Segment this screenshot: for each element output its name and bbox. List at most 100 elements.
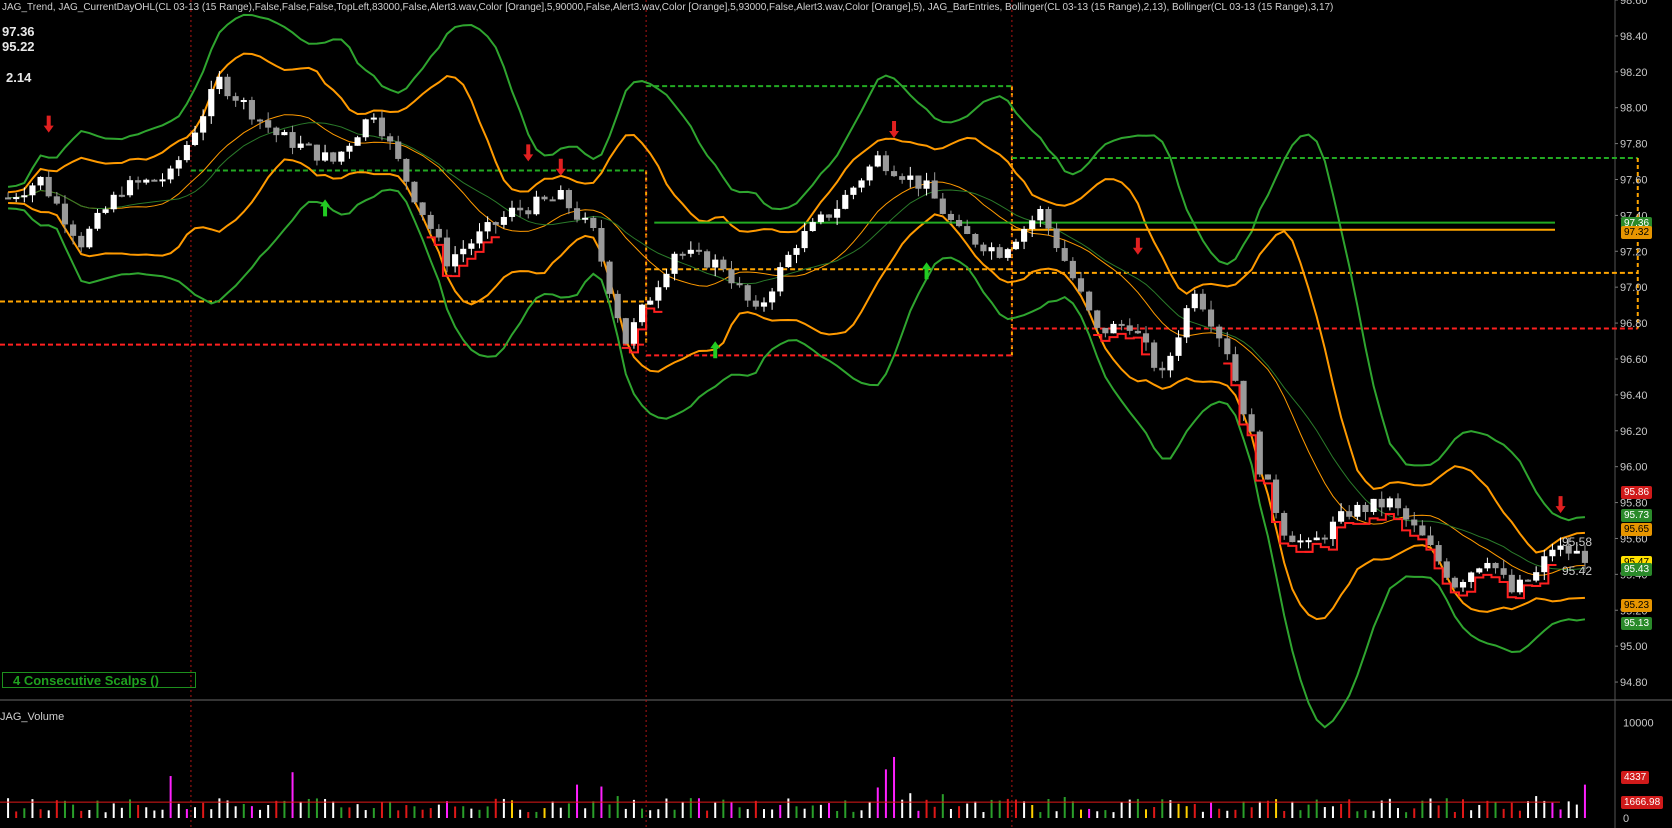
candle-body <box>1549 549 1556 557</box>
candle-body <box>931 180 938 199</box>
candle-body <box>1240 380 1247 415</box>
candle-body <box>5 197 12 200</box>
inner-band-middle <box>8 114 1585 576</box>
ohl-low: 95.22 <box>2 39 35 54</box>
candle-body <box>297 143 304 148</box>
candle-body <box>216 76 223 90</box>
price-tick-label: 96.60 <box>1620 354 1648 366</box>
candle-body <box>663 273 670 288</box>
candle-body <box>265 120 272 128</box>
candle-body <box>330 152 337 162</box>
candle-body <box>622 318 629 344</box>
candle-body <box>1061 248 1068 261</box>
candle-body <box>1500 568 1507 575</box>
candle-body <box>273 127 280 136</box>
candle-body <box>923 180 930 189</box>
consecutive-scalps-box: 4 Consecutive Scalps () <box>2 672 196 688</box>
candle-body <box>21 195 28 198</box>
price-tick-label: 97.00 <box>1620 282 1648 294</box>
price-chart[interactable]: 98.6098.4098.2098.0097.8097.6097.4097.20… <box>0 0 1672 828</box>
candle-body <box>1354 504 1361 517</box>
price-tick-label: 97.80 <box>1620 139 1648 151</box>
candle-body <box>313 144 320 161</box>
price-tick-label: 95.00 <box>1620 641 1648 653</box>
candle-body <box>1468 572 1475 582</box>
candle-body <box>850 187 857 195</box>
candle-body <box>525 210 532 215</box>
candle-body <box>541 196 548 200</box>
candle-body <box>1126 325 1133 331</box>
candle-body <box>476 231 483 244</box>
indicator-list: JAG_Trend, JAG_CurrentDayOHL(CL 03-13 (1… <box>2 2 1334 13</box>
candle-body <box>1086 291 1093 311</box>
candle-body <box>695 249 703 252</box>
candle-body <box>785 254 792 268</box>
candle-body <box>1443 561 1450 578</box>
price-tick-label: 97.20 <box>1620 246 1648 258</box>
candle-body <box>1281 512 1288 536</box>
candle-body <box>224 76 231 97</box>
price-tick-label: 96.00 <box>1620 462 1648 474</box>
candle-body <box>435 228 442 238</box>
price-tick-label: 96.80 <box>1620 318 1648 330</box>
candle-body <box>1533 572 1540 581</box>
candle-body <box>322 152 329 161</box>
candle-body <box>1037 209 1044 221</box>
candle-body <box>1386 498 1393 508</box>
candle-body <box>736 283 743 286</box>
candle-body <box>1175 337 1182 356</box>
candle-body <box>858 180 865 188</box>
candle-body <box>1142 333 1150 343</box>
candle-body <box>801 231 808 249</box>
candle-body <box>1264 474 1271 480</box>
candle-body <box>191 132 199 145</box>
candle-body <box>70 224 77 236</box>
price-level-tag: 95.23 <box>1621 598 1653 612</box>
candle-body <box>842 194 849 209</box>
short-entry-arrow <box>555 158 566 176</box>
candle-body <box>1053 228 1060 249</box>
candle-body <box>1403 508 1410 520</box>
candle-body <box>671 253 678 274</box>
candle-body <box>915 175 922 189</box>
candle-body <box>460 248 467 255</box>
price-level-tag: 97.32 <box>1621 225 1653 239</box>
candle-body <box>1370 498 1377 512</box>
candle-body <box>647 300 654 305</box>
candle-body <box>208 89 215 117</box>
candle-body <box>1248 414 1255 432</box>
candle-body <box>956 220 963 227</box>
candle-body <box>1313 537 1320 541</box>
candle-body <box>1004 249 1011 258</box>
candle-body <box>159 179 166 182</box>
candle-body <box>582 217 589 220</box>
volume-tick-label: 0 <box>1623 813 1629 825</box>
candle-body <box>183 144 190 161</box>
volume-tag: 1666.98 <box>1621 796 1664 810</box>
candle-body <box>200 116 207 133</box>
candle-body <box>1338 511 1345 522</box>
last-price-label: 95.58 <box>1562 535 1592 549</box>
price-tick-label: 98.00 <box>1620 103 1648 115</box>
candle-body <box>907 175 914 180</box>
candle-body <box>899 176 906 180</box>
candle-body <box>354 137 361 146</box>
candle-body <box>549 199 556 202</box>
candle-body <box>338 151 345 162</box>
price-tick-label: 96.20 <box>1620 426 1648 438</box>
candle-body <box>1012 241 1020 250</box>
candle-body <box>508 207 516 217</box>
candle-body <box>387 136 394 142</box>
candle-body <box>769 291 776 303</box>
candle-body <box>443 237 451 267</box>
trail-stop-line <box>1223 362 1313 553</box>
candle-body <box>1362 504 1369 512</box>
candle-body <box>1134 330 1141 334</box>
candle-body <box>45 176 52 197</box>
candle-body <box>305 143 312 146</box>
short-entry-arrow <box>43 115 54 133</box>
candle-body <box>13 197 20 200</box>
candle-body <box>996 247 1003 258</box>
candle-body <box>110 194 117 210</box>
candle-body <box>1045 209 1052 229</box>
